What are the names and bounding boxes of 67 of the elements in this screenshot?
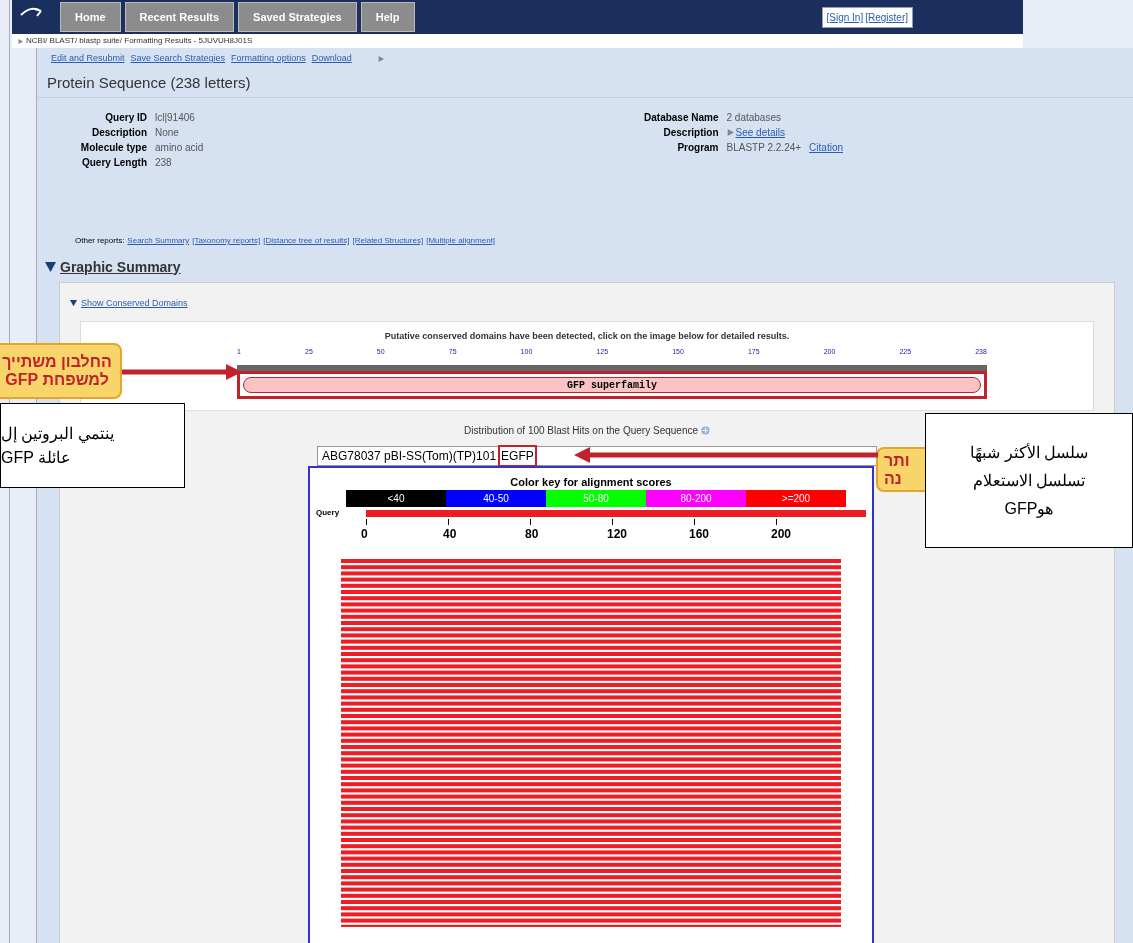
info-label: Molecule type [79, 141, 147, 155]
caret-icon [377, 56, 384, 62]
annotation-text: سلسل الأكثر شبهًا [970, 442, 1088, 464]
info-value: amino acid [155, 141, 204, 155]
info-link[interactable]: Citation [809, 140, 843, 155]
nav-tab[interactable]: Recent Results [124, 1, 235, 32]
color-key-bin: <40 [346, 490, 446, 507]
nav-tab[interactable]: Home [60, 1, 121, 32]
callout-text: נה [884, 469, 902, 488]
info-label: Database Name [643, 111, 719, 125]
info-label: Description [91, 126, 147, 140]
info-label: Query ID [104, 111, 147, 125]
collapse-toggle[interactable] [70, 300, 77, 308]
domains-note: Putative conserved domains have been detected, click on the image below for detailed results. [384, 329, 790, 343]
account-link[interactable]: [Register] [865, 10, 908, 25]
info-value: BLASTP 2.2.24+ [726, 141, 802, 155]
logo-icon [20, 5, 42, 18]
annotation-text: عائلة GFP [1, 447, 72, 468]
annotation-text: هوGFP [1004, 498, 1054, 520]
report-link[interactable]: [Distance tree of results] [263, 235, 350, 247]
account-link[interactable]: [Sign In] [826, 10, 864, 25]
color-key-bin: 80-200 [646, 490, 746, 507]
info-label: Program [676, 141, 719, 155]
axis-label: 120 [607, 526, 628, 543]
nav-tab[interactable]: Help [360, 1, 415, 32]
info-value: None [155, 126, 179, 140]
callout-text: למשפחת GFP [5, 371, 109, 389]
info-label: Query Length [81, 156, 147, 170]
info-value: 238 [155, 156, 172, 170]
breadcrumb: NCBI/ BLAST/ blastp suite/ Formatting Results - 5JUVUH8J01S [26, 35, 253, 47]
color-key-title: Color key for alignment scores [510, 474, 672, 490]
info-link[interactable]: See details [735, 125, 785, 140]
report-link[interactable]: Search Summary [127, 235, 190, 247]
axis-label: 160 [689, 526, 710, 543]
caret-icon [18, 38, 23, 44]
annotation-text: تسلسل الاستعلام [972, 470, 1086, 492]
query-label: Query [316, 507, 341, 519]
info-value: 2 databases [726, 111, 781, 125]
annotation-text: ينتمي البروتين إل [1, 423, 114, 445]
action-link[interactable]: Download [311, 52, 352, 66]
axis-label: 0 [361, 526, 368, 543]
color-key-bin: 50-80 [546, 490, 646, 507]
distribution-title: Distribution of 100 Blast Hits on the Query Sequence [464, 423, 698, 438]
report-link[interactable]: [Multiple alignment] [426, 235, 496, 247]
report-link[interactable]: [Taxonomy reports] [192, 235, 261, 247]
nav-tab[interactable]: Saved Strategies [238, 1, 357, 32]
page-title: Protein Sequence (238 letters) [37, 70, 1133, 98]
axis-label: 80 [525, 526, 539, 543]
color-key-bin: 40-50 [446, 490, 546, 507]
action-link[interactable]: Formatting options [231, 52, 306, 66]
caret-icon [726, 129, 734, 136]
report-link[interactable]: [Related Structures] [352, 235, 424, 247]
info-value: lcl|91406 [155, 111, 195, 125]
info-label: Description [662, 126, 719, 140]
collapse-toggle[interactable] [45, 261, 56, 273]
axis-label: 40 [443, 526, 457, 543]
domain-bar[interactable]: GFP superfamily [243, 377, 981, 393]
section-title[interactable]: Graphic Summary [60, 256, 181, 278]
action-link[interactable]: Edit and Resubmit [51, 52, 125, 66]
other-reports-label: Other reports: [75, 235, 125, 247]
axis-label: 200 [771, 526, 792, 543]
hit-text: ABG78037 pBI-SS(Tom)(TP)101 [322, 447, 497, 465]
toggle-link[interactable]: Show Conserved Domains [81, 297, 188, 311]
color-key-bin: >=200 [746, 490, 846, 507]
action-link[interactable]: Save Search Strategies [130, 52, 226, 66]
callout-text: החלבון משתייך [2, 353, 112, 371]
callout-text: ותר [884, 451, 910, 470]
